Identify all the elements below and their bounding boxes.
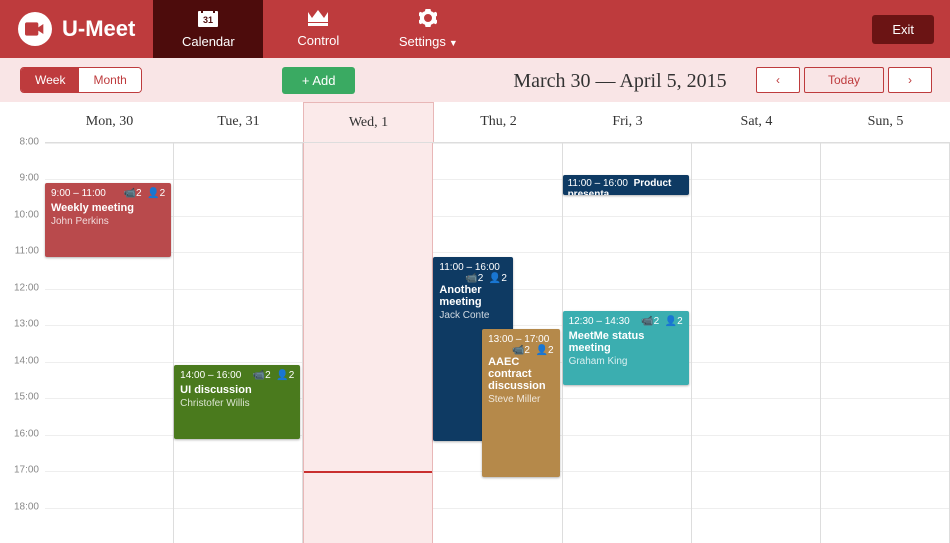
camera-icon: 📹 — [253, 370, 265, 381]
calendar-event[interactable]: 9:00 – 11:00 📹2 👤2 Weekly meeting John Perk… — [45, 183, 171, 257]
prev-week-button[interactable]: ‹ — [756, 67, 800, 93]
exit-button[interactable]: Exit — [872, 15, 934, 44]
day-column[interactable] — [303, 143, 433, 543]
day-header: Tue, 31 — [174, 102, 303, 142]
grid-body: 8:009:0010:0011:0012:0013:0014:0015:0016… — [0, 142, 950, 543]
header-spacer — [483, 0, 872, 58]
time-label: 8:00 — [20, 137, 39, 148]
day-column[interactable]: 9:00 – 11:00 📹2 👤2 Weekly meeting John Perk… — [45, 143, 174, 543]
day-header: Sat, 4 — [692, 102, 821, 142]
time-label: 10:00 — [14, 209, 39, 220]
event-organizer: Graham King — [569, 356, 683, 367]
event-title: MeetMe status meeting — [569, 330, 683, 354]
days-container: 9:00 – 11:00 📹2 👤2 Weekly meeting John Perk… — [45, 142, 950, 543]
nav-calendar[interactable]: 31 Calendar — [153, 0, 263, 58]
camera-icon: 📹 — [641, 316, 653, 327]
view-week-button[interactable]: Week — [21, 68, 79, 92]
people-icon: 👤 — [276, 370, 288, 381]
chevron-down-icon: ▼ — [449, 38, 458, 48]
app-logo: U-Meet — [0, 0, 153, 58]
camera-icon: 📹 — [124, 188, 136, 199]
day-column[interactable] — [821, 143, 950, 543]
day-column[interactable]: 14:00 – 16:00 📹2 👤2 UI discussion Christofe… — [174, 143, 303, 543]
time-label: 18:00 — [14, 501, 39, 512]
event-badges: 📹2 👤2 — [465, 273, 507, 284]
time-column: 8:009:0010:0011:0012:0013:0014:0015:0016… — [0, 142, 45, 543]
nav-control-label: Control — [297, 33, 339, 48]
nav-control[interactable]: Control — [263, 0, 373, 58]
calendar-event[interactable]: 13:00 – 17:00📹2 👤2AAEC contract discussi… — [482, 329, 559, 477]
calendar-toolbar: Week Month + Add March 30 — April 5, 201… — [0, 58, 950, 102]
date-range-title: March 30 — April 5, 2015 — [513, 70, 726, 93]
day-headers-row: Mon, 30Tue, 31Wed, 1Thu, 2Fri, 3Sat, 4Su… — [0, 102, 950, 142]
people-icon: 👤 — [147, 188, 159, 199]
event-time: 13:00 – 17:00 — [488, 334, 549, 345]
date-nav: ‹ Today › — [756, 67, 932, 93]
crown-icon — [308, 10, 328, 29]
event-title: Weekly meeting — [51, 202, 165, 214]
time-label: 16:00 — [14, 428, 39, 439]
day-column[interactable]: 11:00 – 16:00 Product presenta 12:30 – 14… — [563, 143, 692, 543]
event-time: 11:00 – 16:00 — [568, 178, 628, 189]
event-badges: 📹2 👤2 — [641, 316, 683, 327]
nav-calendar-label: Calendar — [182, 34, 235, 49]
camera-icon: 📹 — [512, 345, 524, 356]
calendar-event[interactable]: 14:00 – 16:00 📹2 👤2 UI discussion Christofe… — [174, 365, 300, 439]
main-nav: 31 Calendar Control Settings▼ — [153, 0, 483, 58]
event-time: 9:00 – 11:00 — [51, 188, 106, 199]
event-badges: 📹2 👤2 — [253, 370, 295, 381]
time-label: 13:00 — [14, 319, 39, 330]
event-title: UI discussion — [180, 384, 294, 396]
event-organizer: John Perkins — [51, 216, 165, 227]
app-header: U-Meet 31 Calendar Control Settings▼ Exi… — [0, 0, 950, 58]
app-name: U-Meet — [62, 16, 135, 42]
today-button[interactable]: Today — [804, 67, 884, 93]
time-label: 9:00 — [20, 173, 39, 184]
event-time: 12:30 – 14:30 — [569, 316, 630, 327]
gear-icon — [419, 9, 437, 30]
day-header: Wed, 1 — [303, 102, 434, 142]
nav-settings-label: Settings▼ — [399, 34, 458, 49]
event-time: 14:00 – 16:00 — [180, 370, 241, 381]
event-badges: 📹2 👤2 — [512, 345, 554, 356]
add-event-button[interactable]: + Add — [282, 67, 356, 94]
event-time: 11:00 – 16:00 — [439, 262, 499, 273]
time-label: 17:00 — [14, 465, 39, 476]
view-month-button[interactable]: Month — [79, 68, 140, 92]
day-header: Fri, 3 — [563, 102, 692, 142]
day-header: Mon, 30 — [45, 102, 174, 142]
people-icon: 👤 — [536, 345, 548, 356]
time-label: 15:00 — [14, 392, 39, 403]
day-header: Sun, 5 — [821, 102, 950, 142]
event-organizer: Steve Miller — [488, 394, 553, 405]
day-column[interactable]: 11:00 – 16:00📹2 👤2Another meetingJack Co… — [433, 143, 562, 543]
view-toggle: Week Month — [20, 67, 142, 93]
event-badges: 📹2 👤2 — [124, 188, 166, 199]
next-week-button[interactable]: › — [888, 67, 932, 93]
time-label: 14:00 — [14, 355, 39, 366]
calendar-event[interactable]: 11:00 – 16:00 Product presenta — [563, 175, 689, 195]
time-label: 11:00 — [15, 246, 39, 257]
day-column[interactable] — [692, 143, 821, 543]
svg-text:31: 31 — [203, 15, 213, 25]
event-organizer: Christofer Willis — [180, 398, 294, 409]
event-organizer: Jack Conte — [439, 310, 506, 321]
people-icon: 👤 — [489, 273, 501, 284]
camera-icon: 📹 — [465, 273, 477, 284]
calendar-event[interactable]: 12:30 – 14:30 📹2 👤2 MeetMe status meeting G… — [563, 311, 689, 385]
calendar-grid: Mon, 30Tue, 31Wed, 1Thu, 2Fri, 3Sat, 4Su… — [0, 102, 950, 543]
nav-settings[interactable]: Settings▼ — [373, 0, 483, 58]
now-indicator — [304, 471, 432, 473]
calendar-icon: 31 — [198, 9, 218, 30]
time-label: 12:00 — [14, 282, 39, 293]
logo-camera-icon — [18, 12, 52, 46]
people-icon: 👤 — [665, 316, 677, 327]
day-header: Thu, 2 — [434, 102, 563, 142]
